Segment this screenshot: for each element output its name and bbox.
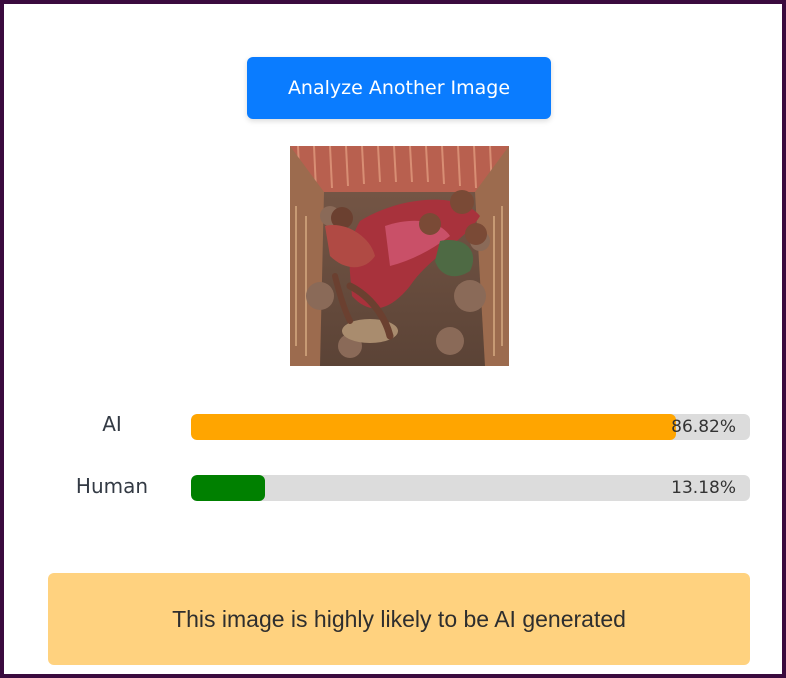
human-percentage: 13.18% — [671, 478, 736, 498]
analyzed-image-preview — [290, 146, 509, 366]
ai-probability-fill — [191, 414, 677, 440]
analyze-another-image-button[interactable]: Analyze Another Image — [247, 57, 551, 119]
ai-label: AI — [102, 412, 122, 436]
verdict-message: This image is highly likely to be AI gen… — [48, 573, 750, 665]
result-panel: Analyze Another Image AI 86.82% Human 13… — [0, 0, 786, 678]
ai-probability-bar: 86.82% — [191, 414, 750, 440]
ai-percentage: 86.82% — [671, 417, 736, 437]
human-label: Human — [75, 474, 149, 498]
human-probability-fill — [191, 475, 265, 501]
human-probability-bar: 13.18% — [191, 475, 750, 501]
